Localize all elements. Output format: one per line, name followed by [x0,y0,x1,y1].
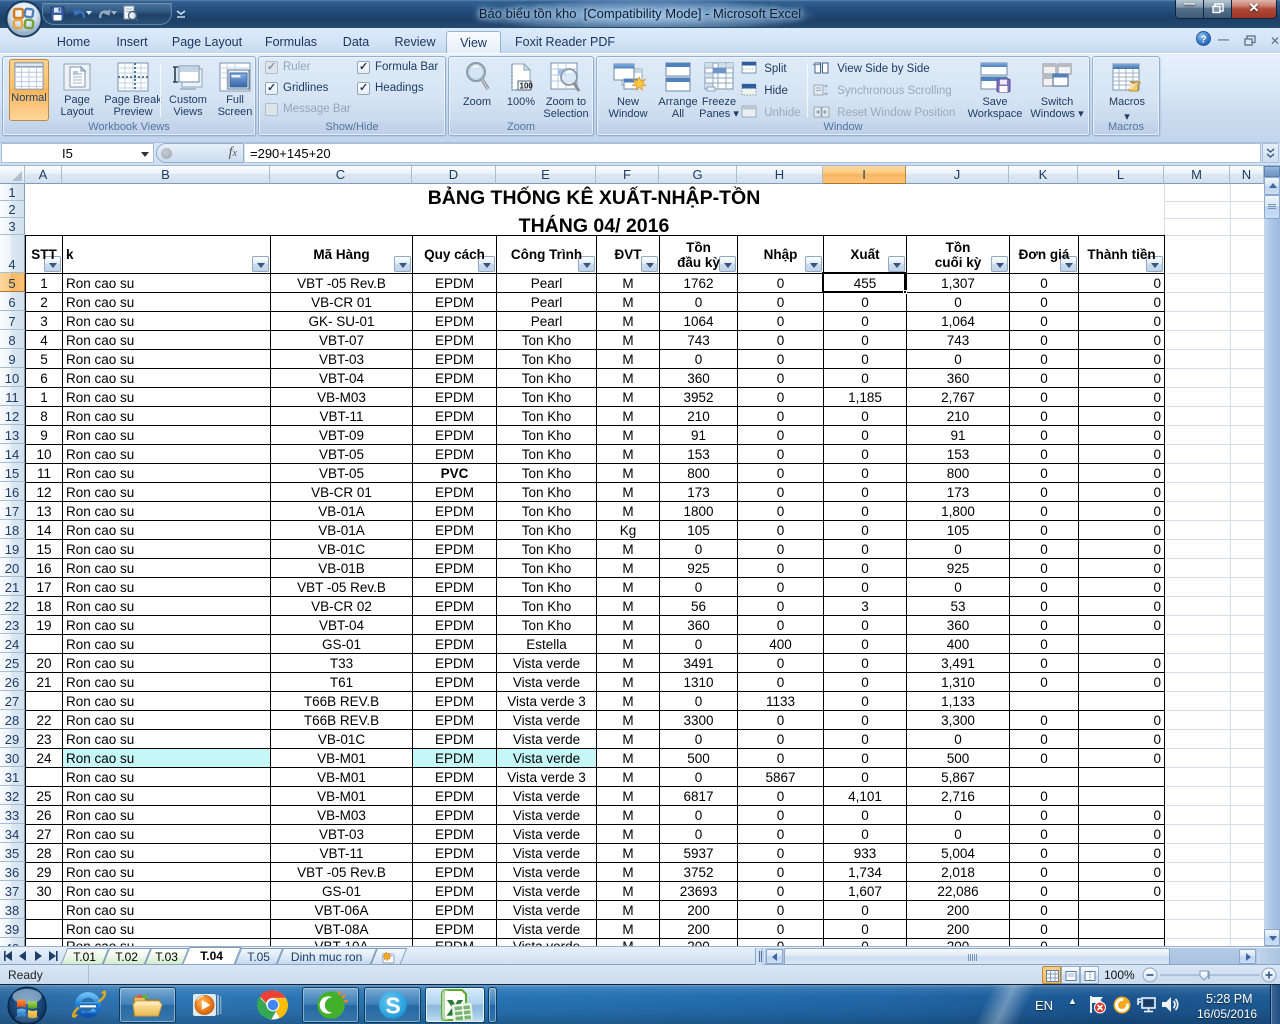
svg-text:S: S [385,993,400,1019]
svg-text:?: ? [1201,35,1207,46]
svg-text:100: 100 [520,82,534,91]
